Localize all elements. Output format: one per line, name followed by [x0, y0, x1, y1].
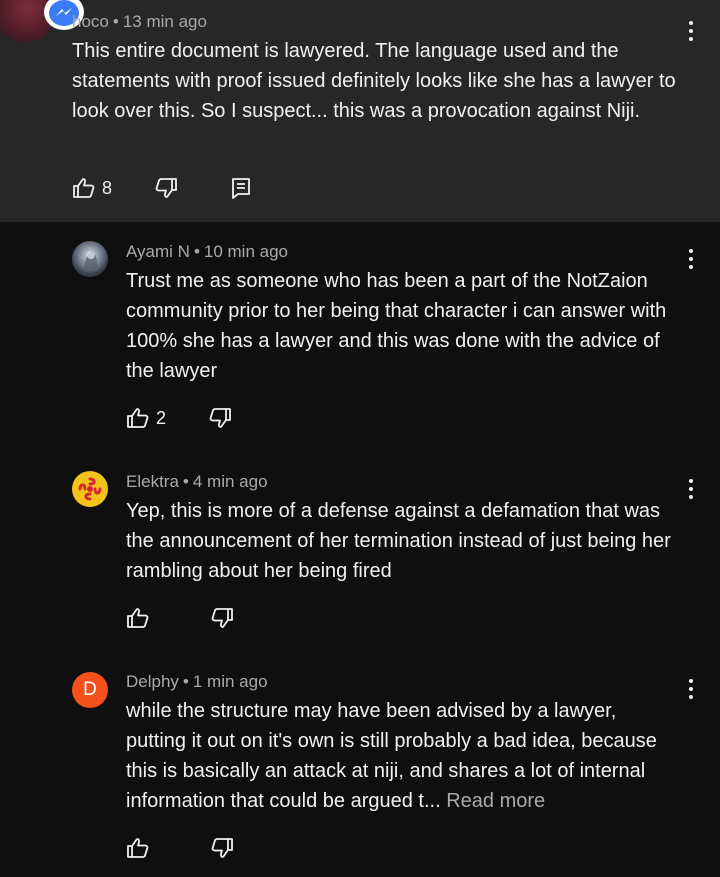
comment-time[interactable]: 1 min ago: [193, 672, 268, 691]
meta-separator: •: [182, 672, 189, 691]
more-vert-icon[interactable]: [688, 479, 694, 501]
read-more-link[interactable]: Read more: [446, 790, 545, 812]
comment-actions: 2: [126, 404, 232, 432]
comment-meta: Ayami N • 10 min ago: [126, 242, 678, 262]
comment-body: while the structure may have been advise…: [126, 700, 657, 812]
comment-actions: [126, 834, 234, 862]
like-button[interactable]: [126, 606, 156, 630]
comment-time[interactable]: 13 min ago: [123, 12, 207, 31]
thumbs-up-icon: [127, 608, 149, 628]
like-button[interactable]: [126, 836, 156, 860]
meta-separator: •: [112, 12, 119, 31]
dislike-button[interactable]: [210, 606, 234, 630]
avatar[interactable]: [72, 471, 108, 507]
dislike-button[interactable]: [210, 836, 234, 860]
comment-text: while the structure may have been advise…: [126, 696, 678, 816]
comment-meta: Elektra • 4 min ago: [126, 472, 678, 492]
like-button[interactable]: 2: [126, 406, 166, 430]
avatar[interactable]: D: [72, 672, 108, 708]
thumbs-up-icon: [127, 408, 149, 428]
more-vert-icon[interactable]: [688, 21, 694, 43]
like-count: 8: [102, 177, 113, 198]
comment-item: D Delphy • 1 min ago while the structure m…: [0, 654, 720, 877]
more-vert-icon[interactable]: [688, 679, 694, 701]
comment-time[interactable]: 4 min ago: [193, 472, 268, 491]
reply-icon: [232, 178, 250, 199]
comment-text: This entire document is lawyered. The la…: [72, 40, 676, 122]
thumbs-down-icon: [155, 178, 177, 198]
comment-actions: [126, 604, 234, 632]
like-button[interactable]: 8: [72, 176, 112, 200]
comment-actions: 8: [72, 174, 252, 202]
meta-separator: •: [182, 472, 189, 491]
dislike-button[interactable]: [154, 176, 178, 200]
avatar-letter: D: [83, 679, 97, 700]
author-name[interactable]: Elektra: [126, 472, 179, 491]
comment-item: Elektra • 4 min ago Yep, this is more of a…: [0, 454, 720, 654]
avatar[interactable]: [72, 241, 108, 277]
thumbs-down-icon: [211, 608, 233, 628]
thumbs-down-icon: [211, 838, 233, 858]
thumbs-down-icon: [209, 408, 231, 428]
like-count: 2: [156, 407, 167, 428]
author-name[interactable]: Ayami N: [126, 242, 190, 261]
reply-button[interactable]: [230, 176, 252, 200]
comment-meta: hoco • 13 min ago: [72, 12, 678, 32]
dislike-button[interactable]: [208, 406, 232, 430]
comment-item: hoco • 13 min ago This entire document is …: [0, 0, 720, 222]
thumbs-up-icon: [73, 178, 95, 198]
comment-meta: Delphy • 1 min ago: [126, 672, 678, 692]
comment-text: Yep, this is more of a defense against a…: [126, 500, 671, 582]
comment-time[interactable]: 10 min ago: [204, 242, 288, 261]
comment-item: Ayami N • 10 min ago Trust me as someone w…: [0, 222, 720, 454]
thumbs-up-icon: [127, 838, 149, 858]
author-name[interactable]: Delphy: [126, 672, 179, 691]
author-name[interactable]: hoco: [72, 12, 109, 31]
more-vert-icon[interactable]: [688, 249, 694, 271]
meta-separator: •: [193, 242, 200, 261]
comment-text: Trust me as someone who has been a part …: [126, 270, 667, 382]
